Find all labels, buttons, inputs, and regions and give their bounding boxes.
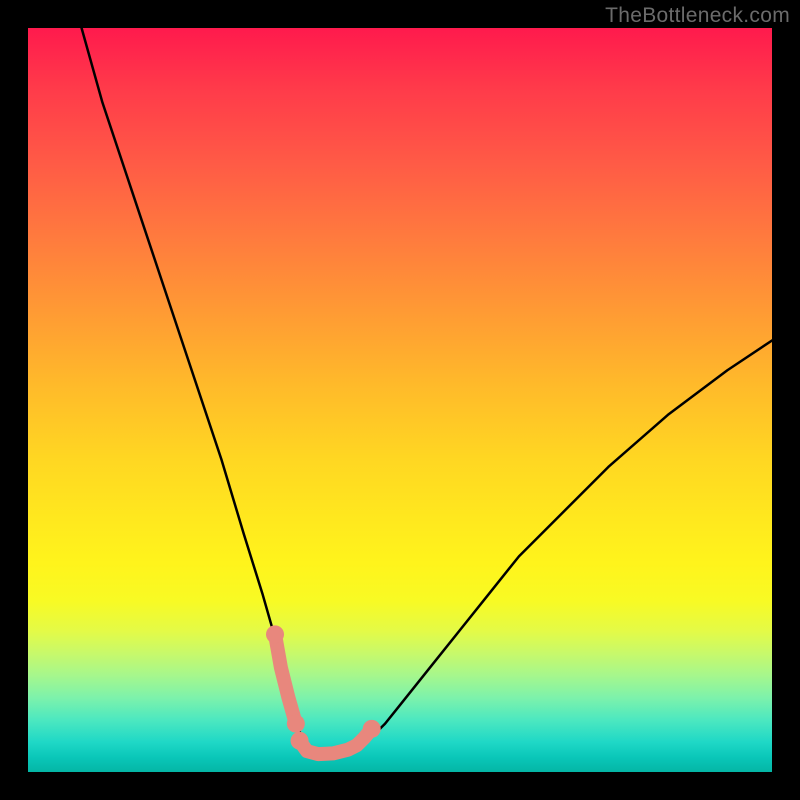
chart-svg (28, 28, 772, 772)
highlight-segment-0 (275, 634, 296, 723)
highlight-segment-1 (300, 729, 372, 754)
chart-frame: TheBottleneck.com (0, 0, 800, 800)
plot-area (28, 28, 772, 772)
highlight-dot-2 (291, 732, 309, 750)
highlight-dot-1 (287, 715, 305, 733)
watermark-text: TheBottleneck.com (605, 4, 790, 28)
highlight-dot-0 (266, 625, 284, 643)
bottleneck-curve (82, 28, 772, 754)
highlight-dot-3 (363, 720, 381, 738)
